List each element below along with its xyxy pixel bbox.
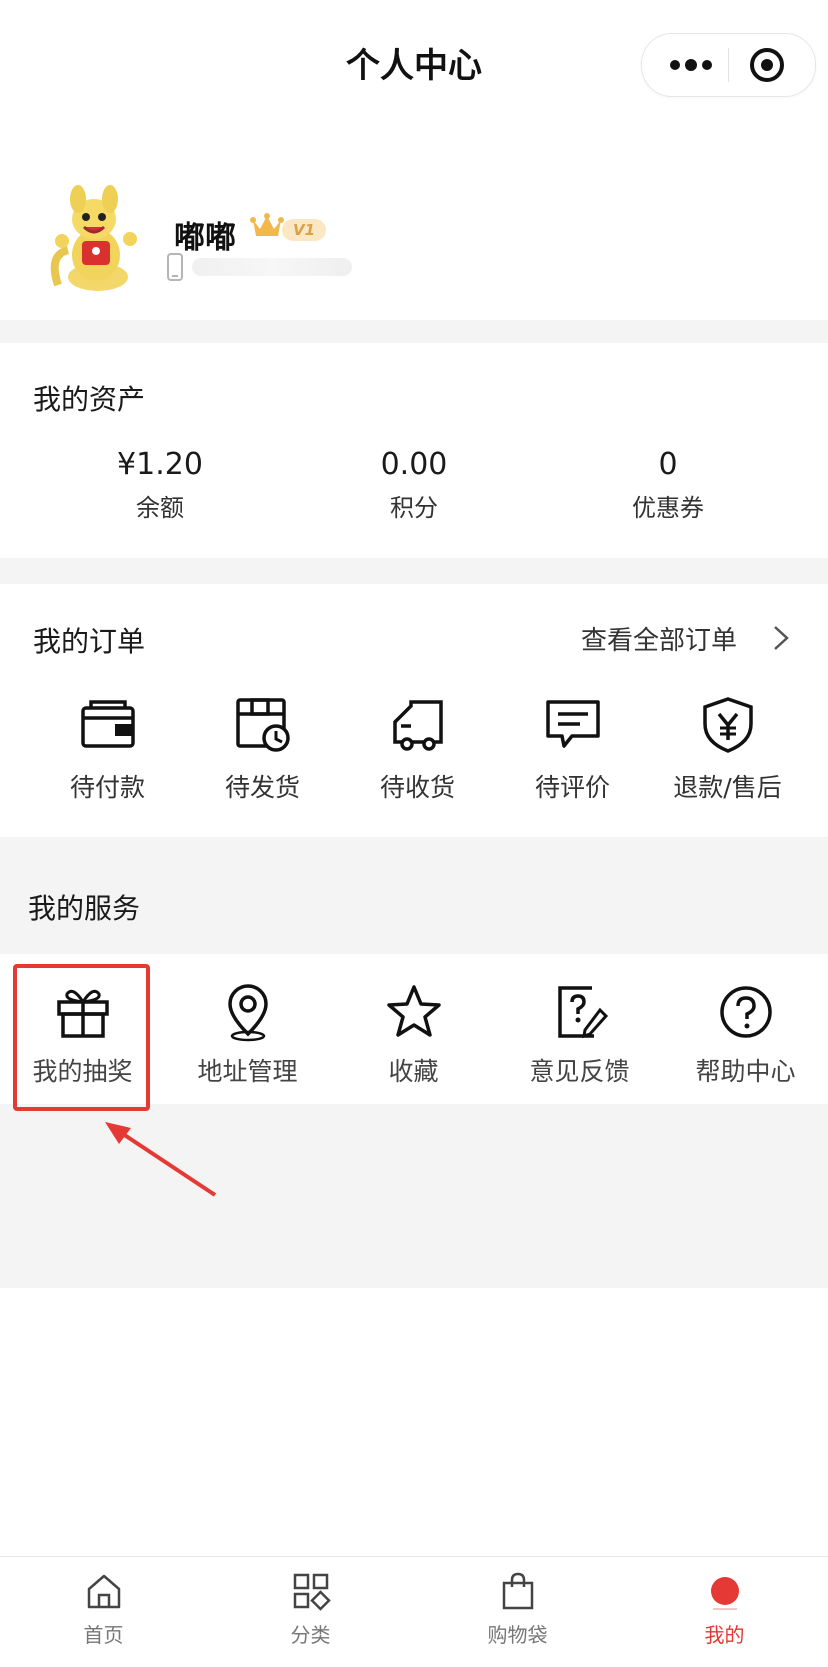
order-label: 待收货 — [379, 773, 455, 802]
orders-section: 我的订单 查看全部订单 待付款 待发货 待收货 待评价 退款/售后 — [0, 584, 828, 837]
order-pending-shipment[interactable]: 待发货 — [180, 694, 345, 804]
asset-balance[interactable]: ¥1.20 余额 — [22, 447, 298, 523]
view-all-orders-link[interactable]: 查看全部订单 — [581, 620, 737, 657]
comment-icon — [545, 700, 600, 748]
order-label: 待付款 — [69, 773, 145, 802]
services-title: 我的服务 — [28, 892, 141, 925]
profile-dot-icon — [710, 1577, 739, 1610]
section-gap — [0, 320, 828, 343]
service-feedback[interactable]: 意见反馈 — [497, 982, 662, 1088]
location-pin-icon — [227, 984, 268, 1042]
asset-points[interactable]: 0.00 积分 — [276, 447, 552, 523]
service-label: 意见反馈 — [529, 1057, 630, 1086]
asset-label: 余额 — [136, 494, 184, 522]
assets-section: 我的资产 ¥1.20 余额 0.00 积分 0 优惠券 — [0, 343, 828, 558]
asset-coupons[interactable]: 0 优惠券 — [530, 447, 806, 523]
orders-title: 我的订单 — [33, 625, 146, 658]
chevron-right-icon[interactable] — [772, 624, 790, 652]
asset-value: 0 — [658, 447, 678, 482]
shield-yen-icon — [702, 697, 753, 753]
nav-header: 个人中心 — [0, 0, 828, 130]
services-header: 我的服务 — [0, 837, 828, 954]
crown-icon — [250, 213, 284, 236]
mini-program-capsule — [641, 33, 816, 97]
wallet-icon — [80, 700, 135, 748]
order-label: 待评价 — [534, 773, 610, 802]
tab-profile[interactable]: 我的 — [621, 1571, 828, 1648]
asset-value: 0.00 — [380, 447, 448, 482]
tab-category[interactable]: 分类 — [207, 1571, 414, 1648]
phone-number-masked — [192, 258, 352, 276]
tab-shopping-bag[interactable]: 购物袋 — [414, 1571, 621, 1648]
tab-label: 分类 — [290, 1623, 331, 1647]
phone-icon — [167, 253, 183, 281]
service-label: 收藏 — [388, 1057, 439, 1086]
order-refund[interactable]: 退款/售后 — [645, 694, 810, 804]
service-label: 帮助中心 — [695, 1057, 796, 1086]
category-grid-icon — [293, 1573, 331, 1611]
order-pending-review[interactable]: 待评价 — [490, 694, 655, 804]
service-help[interactable]: 帮助中心 — [663, 982, 828, 1088]
help-circle-icon — [719, 986, 772, 1038]
feedback-edit-icon — [557, 986, 608, 1039]
target-icon[interactable] — [748, 46, 786, 84]
service-label: 地址管理 — [197, 1057, 298, 1086]
avatar[interactable] — [38, 185, 150, 297]
assets-title: 我的资产 — [33, 383, 146, 416]
truck-icon — [392, 700, 443, 751]
star-icon — [386, 985, 441, 1037]
annotation-arrow — [105, 1122, 217, 1197]
tab-label: 首页 — [83, 1623, 124, 1647]
tab-bar: 首页 分类 购物袋 我的 — [0, 1556, 828, 1667]
capsule-divider — [728, 48, 729, 82]
level-badge: V1 — [282, 219, 326, 241]
tab-label: 我的 — [704, 1623, 745, 1647]
more-dots-icon[interactable] — [666, 48, 716, 82]
order-pending-receipt[interactable]: 待收货 — [335, 694, 500, 804]
asset-value: ¥1.20 — [117, 447, 203, 482]
profile-card: 嘟嘟 V1 — [0, 130, 828, 320]
order-label: 待发货 — [224, 773, 300, 802]
package-clock-icon — [235, 698, 290, 752]
service-favorites[interactable]: 收藏 — [331, 982, 496, 1088]
asset-label: 优惠券 — [632, 494, 704, 522]
home-icon — [87, 1574, 120, 1609]
order-pending-payment[interactable]: 待付款 — [25, 694, 190, 804]
tab-home[interactable]: 首页 — [0, 1571, 207, 1648]
section-gap — [0, 558, 828, 584]
shopping-bag-icon — [502, 1572, 533, 1610]
username: 嘟嘟 — [174, 220, 236, 256]
service-address[interactable]: 地址管理 — [165, 982, 330, 1088]
order-label: 退款/售后 — [673, 773, 782, 802]
tab-label: 购物袋 — [487, 1623, 548, 1647]
highlight-frame — [13, 964, 150, 1111]
asset-label: 积分 — [390, 494, 438, 522]
